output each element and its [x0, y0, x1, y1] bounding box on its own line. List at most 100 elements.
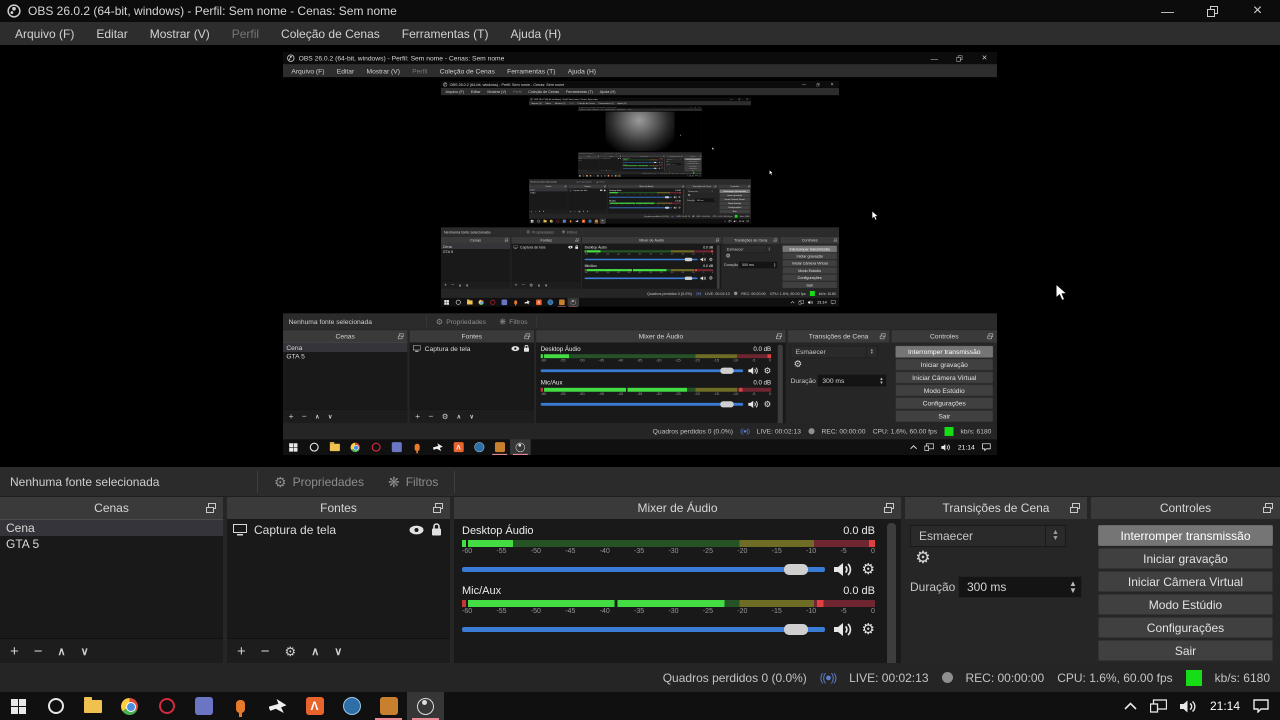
source-row[interactable]: Captura de tela [227, 519, 450, 540]
volume-slider[interactable] [540, 367, 743, 374]
visibility-eye-icon[interactable] [409, 525, 424, 535]
action-center-icon[interactable] [982, 443, 991, 452]
tray-expand-chevron-icon[interactable] [1124, 702, 1137, 710]
restore-button[interactable] [1190, 0, 1235, 22]
add-scene-button[interactable]: + [531, 210, 533, 213]
volume-icon[interactable] [941, 443, 950, 451]
source-down-button[interactable]: ∨ [587, 210, 588, 213]
duration-input[interactable]: 300 ms ▲ ▼ [695, 198, 717, 203]
volume-slider[interactable] [584, 257, 698, 262]
scene-down-button[interactable]: ∨ [81, 645, 89, 658]
tray-expand-chevron-icon[interactable] [910, 445, 917, 450]
transition-settings-gear-icon[interactable]: ⚙ [792, 358, 803, 370]
volume-slider-handle[interactable] [720, 400, 734, 408]
visibility-eye-icon[interactable] [511, 345, 520, 352]
volume-slider-handle[interactable] [783, 623, 808, 635]
close-button[interactable]: × [825, 81, 839, 88]
filters-button[interactable]: ❋ Filtros [558, 227, 581, 236]
channel-settings-gear-icon[interactable]: ⚙ [661, 162, 662, 163]
mixer-scrollbar[interactable] [777, 344, 783, 428]
transition-select[interactable]: Esmaecer ▲ ▼ [723, 245, 773, 253]
channel-settings-gear-icon[interactable]: ⚙ [709, 276, 713, 281]
source-properties-button[interactable]: ⚙ [578, 210, 580, 212]
volume-slider[interactable] [609, 206, 673, 209]
restore-button[interactable] [947, 52, 972, 64]
tray-expand-chevron-icon[interactable] [724, 220, 727, 222]
obs-icon[interactable] [599, 218, 606, 224]
menu-item-perfil[interactable]: Perfil [510, 88, 525, 95]
control-button-interromper-transmiss-o[interactable]: Interromper transmissão [782, 245, 837, 253]
minimize-button[interactable]: — [922, 52, 947, 64]
duration-input[interactable]: 300 ms ▲ ▼ [817, 374, 887, 387]
mixer-scrollbar[interactable] [887, 523, 896, 671]
chrome-icon[interactable] [345, 439, 366, 455]
popout-icon[interactable] [564, 185, 567, 188]
lambda-app-icon[interactable]: Λ [448, 439, 469, 455]
channel-settings-gear-icon[interactable]: ⚙ [862, 562, 875, 577]
transition-settings-gear-icon[interactable]: ⚙ [913, 547, 933, 569]
search-icon[interactable] [37, 692, 74, 720]
channel-settings-gear-icon[interactable]: ⚙ [709, 257, 713, 262]
volume-slider-handle[interactable] [783, 563, 808, 575]
mixer-scrollbar[interactable] [663, 157, 665, 173]
control-button-sair[interactable]: Sair [1098, 640, 1273, 661]
source-properties-button[interactable]: ⚙ [529, 283, 533, 287]
popout-icon[interactable] [700, 155, 702, 157]
volume-slider[interactable] [609, 196, 673, 199]
channel-settings-gear-icon[interactable]: ⚙ [764, 366, 772, 374]
start-button[interactable] [283, 439, 304, 455]
source-row[interactable]: Captura de tela [410, 342, 534, 354]
duration-spinner[interactable]: ▲ ▼ [1065, 580, 1081, 595]
channel-settings-gear-icon[interactable]: ⚙ [678, 196, 680, 199]
headset-app-icon[interactable] [544, 298, 556, 307]
popout-icon[interactable] [575, 238, 579, 242]
clock[interactable]: 21:14 [817, 300, 826, 304]
headset-app-icon[interactable] [333, 692, 370, 720]
remove-scene-button[interactable]: − [535, 210, 537, 213]
control-button-iniciar-c-mera-virtual[interactable]: Iniciar Câmera Virtual [782, 259, 837, 267]
transition-select[interactable]: Esmaecer ▲ ▼ [910, 525, 1066, 547]
scene-down-button[interactable]: ∨ [466, 283, 469, 287]
lock-icon[interactable] [523, 344, 529, 352]
speaker-icon[interactable] [658, 167, 661, 169]
add-source-button[interactable]: + [570, 210, 572, 213]
network-icon[interactable] [924, 443, 934, 451]
remove-scene-button[interactable]: − [302, 412, 307, 420]
duration-input[interactable]: 300 ms ▲ ▼ [958, 576, 1082, 598]
control-button-iniciar-c-mera-virtual[interactable]: Iniciar Câmera Virtual [1098, 571, 1273, 592]
source-row[interactable]: Captura de tela [568, 188, 607, 192]
remove-source-button[interactable]: − [522, 283, 525, 288]
speaker-icon[interactable] [833, 562, 853, 577]
scene-up-button[interactable]: ∧ [539, 210, 540, 213]
properties-button[interactable]: ⚙ Propriedades [522, 227, 557, 236]
scene-row[interactable]: GTA 5 [529, 191, 568, 194]
popout-icon[interactable] [523, 332, 531, 340]
popout-icon[interactable] [714, 185, 717, 188]
filters-button[interactable]: ❋ Filtros [493, 313, 535, 329]
combo-spinner[interactable]: ▲ ▼ [865, 346, 877, 358]
menu-item-ajuda-h-[interactable]: Ajuda (H) [562, 64, 603, 77]
mixer-scrollbar[interactable] [682, 189, 685, 216]
volume-slider[interactable] [584, 276, 698, 280]
obs-icon[interactable] [407, 692, 444, 720]
menu-item-cole-o-de-cenas[interactable]: Coleção de Cenas [270, 22, 391, 45]
opera-icon[interactable] [487, 298, 499, 307]
add-source-button[interactable]: + [237, 644, 246, 659]
volume-icon[interactable] [733, 220, 737, 223]
search-icon[interactable] [452, 298, 464, 307]
speaker-icon[interactable] [673, 206, 677, 209]
properties-button[interactable]: ⚙ Propriedades [429, 313, 493, 329]
discord-icon[interactable] [498, 298, 510, 307]
source-up-button[interactable]: ∧ [311, 645, 319, 658]
menu-item-ferramentas-t-[interactable]: Ferramentas (T) [562, 88, 596, 95]
lock-icon[interactable] [603, 189, 606, 192]
source-up-button[interactable]: ∧ [583, 210, 584, 213]
file-explorer-icon[interactable] [74, 692, 111, 720]
speaker-icon[interactable] [700, 257, 706, 262]
popout-icon[interactable] [748, 185, 750, 188]
combo-spinner[interactable]: ▲ ▼ [710, 189, 713, 194]
source-down-button[interactable]: ∨ [469, 413, 473, 420]
chrome-icon[interactable] [111, 692, 148, 720]
network-icon[interactable] [1149, 699, 1167, 713]
minimize-button[interactable]: — [797, 81, 811, 88]
